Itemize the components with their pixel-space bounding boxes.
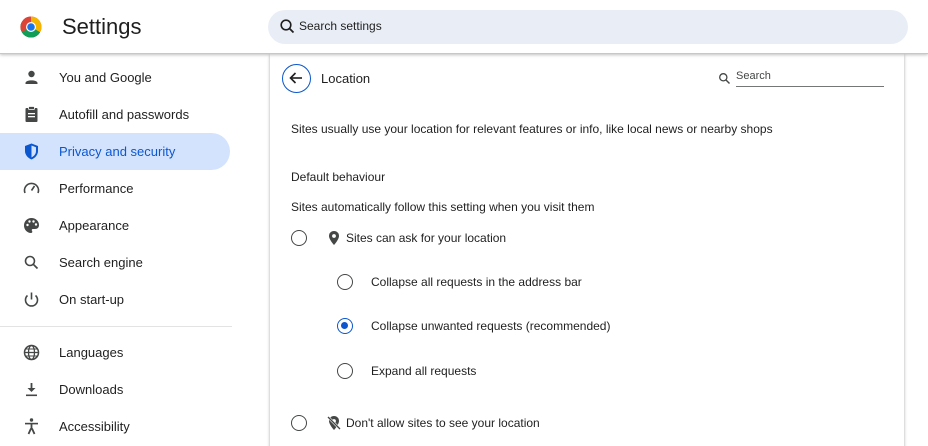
page-description: Sites usually use your location for rele… [291,122,773,136]
search-settings-placeholder: Search settings [299,19,382,33]
search-icon [719,73,730,84]
sidebar-item-accessibility[interactable]: Accessibility [0,408,230,445]
page-title: Location [321,71,371,86]
app-title: Settings [62,14,142,39]
location-off-icon [327,416,341,430]
sidebar-item-label: Downloads [59,382,124,397]
sidebar-item-you-and-google[interactable]: You and Google [0,59,230,96]
sidebar-item-label: Search engine [59,255,143,270]
option-label-dont-allow: Don't allow sites to see your location [346,416,540,430]
speedometer-icon [23,182,40,194]
sidebar-item-autofill[interactable]: Autofill and passwords [0,96,230,133]
default-behaviour-heading: Default behaviour [291,170,386,184]
radio-collapse-all[interactable] [337,274,353,290]
shield-icon [25,143,38,160]
page-search-input[interactable]: Search [716,68,884,88]
option-label-sites-can-ask: Sites can ask for your location [346,231,507,245]
sidebar-item-label: On start-up [59,292,125,307]
sidebar-item-performance[interactable]: Performance [0,170,230,207]
radio-collapse-unwanted[interactable] [337,318,353,334]
default-behaviour-subheading: Sites automatically follow this setting … [291,200,595,214]
sidebar-item-label: Languages [59,345,124,360]
radio-dont-allow[interactable] [291,415,307,431]
radio-expand-all[interactable] [337,363,353,379]
option-label-collapse-all: Collapse all requests in the address bar [371,275,582,289]
sidebar-item-search-engine[interactable]: Search engine [0,244,230,281]
sidebar-item-label: You and Google [59,70,152,85]
option-label-expand-all: Expand all requests [371,364,477,378]
power-icon [24,292,39,307]
sidebar-item-label: Accessibility [59,419,130,434]
arrow-left-icon [289,72,302,84]
back-button[interactable] [282,64,311,93]
sidebar-item-label: Performance [59,181,134,196]
chrome-logo-icon [20,16,42,38]
sidebar-item-label: Privacy and security [59,144,176,159]
sidebar-item-label: Autofill and passwords [59,107,190,122]
search-icon [280,19,295,34]
sidebar-item-languages[interactable]: Languages [0,334,230,371]
person-icon [25,70,38,84]
search-icon [24,255,39,270]
location-settings-card: Location Search Sites usually use your l… [270,54,904,446]
search-settings-input[interactable]: Search settings [268,10,908,44]
accessibility-icon [25,418,38,435]
sidebar-item-appearance[interactable]: Appearance [0,207,230,244]
palette-icon [24,218,39,233]
clipboard-icon [25,106,38,122]
option-label-collapse-unwanted: Collapse unwanted requests (recommended) [371,319,611,333]
page-search-underline [736,86,884,87]
location-pin-icon [329,231,339,245]
sidebar-item-label: Appearance [59,218,130,233]
header: Settings Search settings [0,0,928,54]
globe-icon [23,344,40,361]
sidebar-item-privacy-security[interactable]: Privacy and security [0,133,230,170]
download-icon [26,383,37,397]
sidebar: You and Google Autofill and passwords Pr… [0,54,240,446]
sidebar-divider [0,326,232,327]
radio-sites-can-ask[interactable] [291,230,307,246]
sidebar-item-on-start-up[interactable]: On start-up [0,281,230,318]
page-search-placeholder: Search [736,70,771,82]
sidebar-item-downloads[interactable]: Downloads [0,371,230,408]
